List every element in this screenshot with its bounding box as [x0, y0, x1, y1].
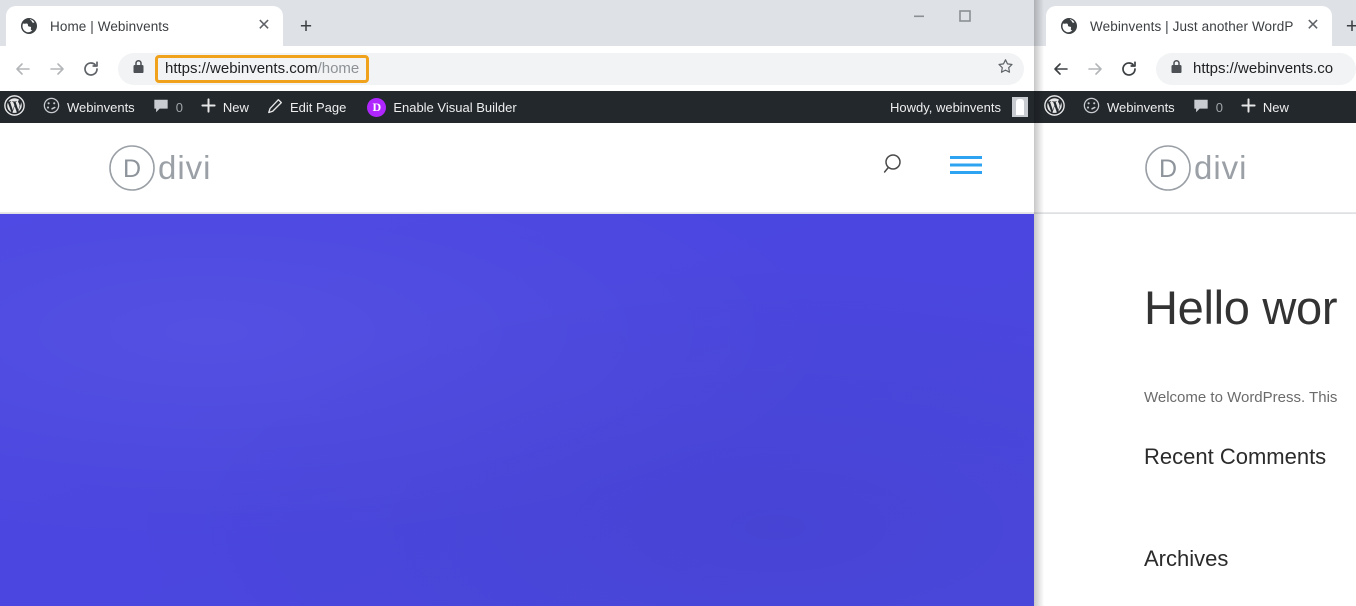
back-arrow-icon[interactable] [1044, 52, 1078, 86]
tab-strip-front[interactable]: Webinvents | Just another WordP ✕ + [1034, 0, 1356, 46]
globe-icon [20, 17, 38, 35]
new-label: New [1262, 99, 1289, 115]
hero-banner-back [0, 214, 1034, 606]
svg-text:D: D [1159, 155, 1177, 183]
dashboard-icon [1083, 97, 1100, 117]
site-name-label: Webinvents [67, 99, 135, 115]
browser-window-back[interactable]: Home | Webinvents ✕ + https://webinvents… [0, 0, 1034, 606]
divi-circle-d-icon: D [1145, 144, 1191, 191]
comment-bubble-icon [153, 98, 169, 117]
url-origin: https://webinvents.com [165, 59, 318, 77]
admin-bar-comments[interactable]: 0 [1184, 91, 1232, 123]
admin-bar-site-name[interactable]: Webinvents [1074, 91, 1184, 123]
admin-bar-comments[interactable]: 0 [144, 91, 192, 123]
search-icon[interactable] [882, 152, 908, 183]
wp-admin-bar-front[interactable]: Webinvents 0 New [1034, 91, 1356, 123]
divi-site-logo[interactable]: D divi [108, 144, 212, 192]
browser-window-front[interactable]: Webinvents | Just another WordP ✕ + http… [1034, 0, 1356, 606]
back-arrow-icon[interactable] [6, 52, 40, 86]
howdy-label: Howdy, webinvents [889, 99, 1001, 115]
close-icon[interactable]: ✕ [1302, 15, 1324, 37]
avatar [1012, 97, 1028, 117]
admin-bar-new[interactable]: New [1232, 91, 1298, 123]
forward-arrow-icon[interactable] [1078, 52, 1112, 86]
reload-icon[interactable] [1112, 52, 1146, 86]
comments-count: 0 [175, 99, 183, 115]
svg-text:D: D [123, 155, 141, 183]
tab-webinvents-wordpress[interactable]: Webinvents | Just another WordP ✕ [1046, 6, 1332, 46]
address-bar-back[interactable]: https://webinvents.com/home [118, 52, 1024, 85]
tab-title: Webinvents | Just another WordP [1090, 18, 1294, 34]
tab-home-webinvents[interactable]: Home | Webinvents ✕ [6, 6, 283, 46]
plus-icon [1241, 98, 1256, 116]
wp-admin-bar-back[interactable]: Webinvents 0 New Edit Page D Enable Visu… [0, 91, 1034, 123]
enable-visual-builder-label: Enable Visual Builder [393, 99, 517, 115]
site-header-actions[interactable] [882, 152, 982, 183]
divi-wordmark: divi [158, 149, 212, 186]
url-path: /home [317, 59, 360, 77]
divi-site-logo[interactable]: D divi [1144, 144, 1248, 192]
admin-bar-visual-builder[interactable]: D Enable Visual Builder [355, 91, 525, 123]
site-name-label: Webinvents [1107, 99, 1175, 115]
post-title: Hello wor [1144, 281, 1338, 334]
url-highlight-box[interactable]: https://webinvents.com/home [155, 54, 370, 83]
lock-icon [132, 59, 145, 79]
divi-logo-icon: D [367, 97, 387, 117]
admin-bar-new[interactable]: New [192, 91, 258, 123]
admin-bar-my-account[interactable]: Howdy, webinvents [881, 91, 1034, 123]
page-content-front: Hello wor Welcome to WordPress. This Rec… [1034, 214, 1356, 606]
forward-arrow-icon[interactable] [40, 52, 74, 86]
wordpress-logo-icon [1044, 95, 1065, 119]
heading-recent-comments: Recent Comments [1144, 444, 1327, 469]
close-icon[interactable]: ✕ [253, 15, 275, 37]
divi-circle-d-icon: D [109, 144, 155, 191]
wp-logo-menu[interactable] [0, 91, 34, 123]
hamburger-menu-icon[interactable] [950, 154, 982, 181]
address-bar-front[interactable]: https://webinvents.co [1156, 52, 1356, 85]
divi-wordmark: divi [1194, 149, 1248, 186]
screen: Home | Webinvents ✕ + https://webinvents… [0, 0, 1356, 606]
window-controls-back[interactable] [896, 0, 1034, 32]
tab-title: Home | Webinvents [50, 18, 170, 34]
url-text-wrapper[interactable]: https://webinvents.co [1193, 60, 1346, 77]
site-header-front: D divi [1034, 123, 1356, 213]
wp-logo-menu[interactable] [1034, 91, 1074, 123]
wordpress-logo-icon [4, 95, 25, 119]
new-tab-button[interactable]: + [292, 12, 320, 40]
site-header-back: D divi [0, 123, 1034, 213]
url-origin: https://webinvents.co [1193, 60, 1334, 77]
globe-icon [1060, 17, 1078, 35]
new-tab-button[interactable]: + [1338, 12, 1356, 40]
browser-toolbar-back[interactable]: https://webinvents.com/home [0, 46, 1034, 92]
heading-archives: Archives [1144, 546, 1229, 571]
lock-icon [1170, 59, 1183, 79]
comments-count: 0 [1215, 99, 1223, 115]
admin-bar-site-name[interactable]: Webinvents [34, 91, 144, 123]
plus-icon [201, 98, 216, 116]
star-icon[interactable] [997, 58, 1014, 80]
admin-bar-edit-page[interactable]: Edit Page [258, 91, 355, 123]
reload-icon[interactable] [74, 52, 108, 86]
edit-page-label: Edit Page [289, 99, 347, 115]
minimize-icon[interactable] [896, 0, 942, 32]
post-intro-text: Welcome to WordPress. This [1144, 389, 1338, 406]
pencil-icon [267, 98, 283, 117]
browser-toolbar-front[interactable]: https://webinvents.co [1034, 46, 1356, 92]
maximize-icon[interactable] [942, 0, 988, 32]
url-text-wrapper[interactable]: https://webinvents.com/home [155, 54, 989, 83]
close-window-icon[interactable] [988, 0, 1034, 32]
tab-strip-back[interactable]: Home | Webinvents ✕ + [0, 0, 1034, 46]
comment-bubble-icon [1193, 98, 1209, 117]
new-label: New [222, 99, 249, 115]
dashboard-icon [43, 97, 60, 117]
